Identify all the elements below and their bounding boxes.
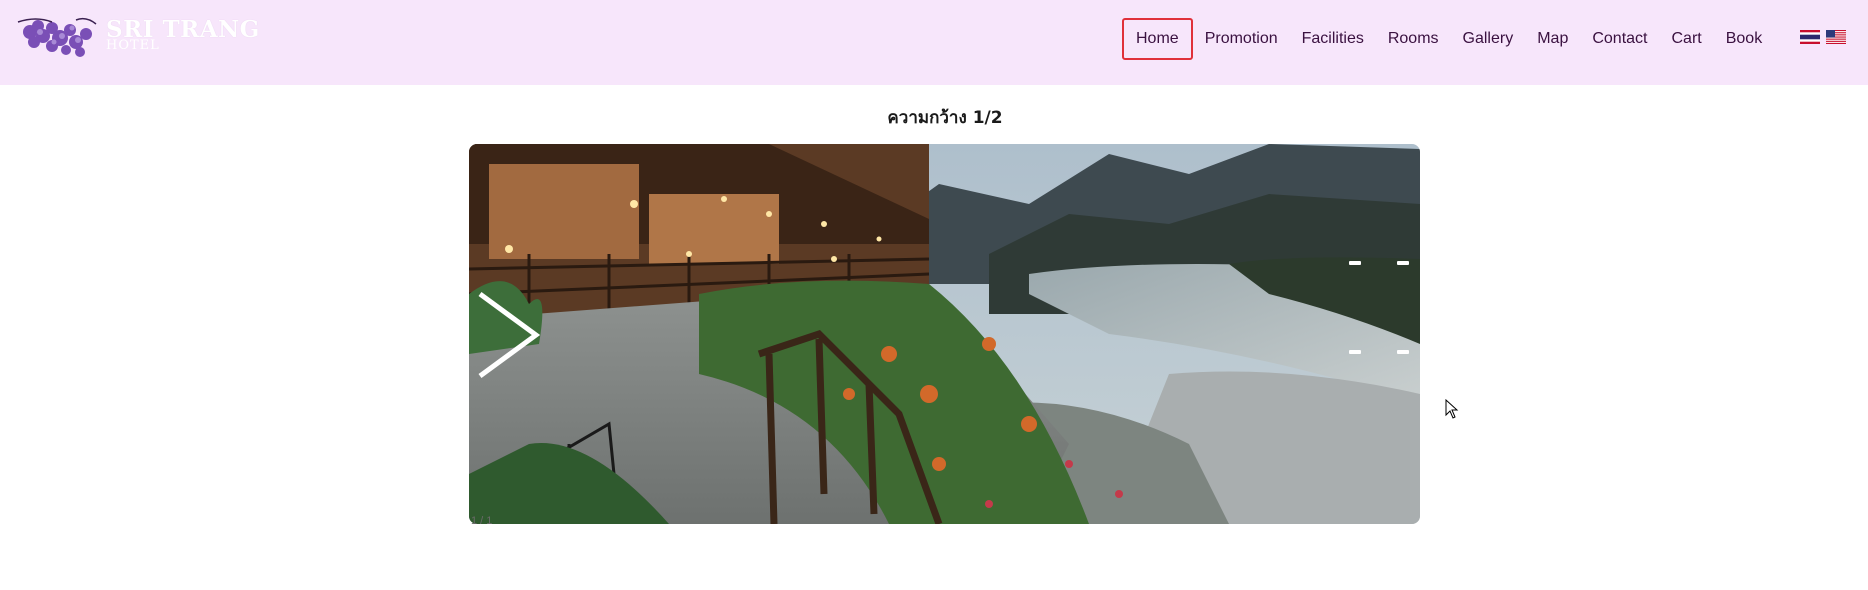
nav-facilities[interactable]: Facilities [1290,18,1376,60]
us-flag-icon[interactable] [1826,30,1846,44]
slider-next-button[interactable] [478,292,540,378]
nav-cart[interactable]: Cart [1659,18,1713,60]
image-slider[interactable] [469,144,1420,524]
dash-icon[interactable] [1397,350,1409,354]
dash-icon[interactable] [1349,261,1361,265]
nav-map[interactable]: Map [1525,18,1580,60]
main-navigation: Home Promotion Facilities Rooms Gallery … [1122,17,1774,61]
dash-icon[interactable] [1397,261,1409,265]
mouse-cursor-icon [1445,399,1459,419]
thai-flag-icon[interactable] [1800,30,1820,44]
riverside-resort-photo [469,144,1420,524]
nav-book[interactable]: Book [1714,18,1774,60]
hotel-logo[interactable]: SRI TRANG HOTEL [16,12,259,58]
slider-indicators [1349,261,1409,361]
flower-logo-icon [17,17,97,57]
nav-gallery[interactable]: Gallery [1451,18,1526,60]
chevron-right-icon [478,292,540,378]
nav-rooms[interactable]: Rooms [1376,18,1451,60]
nav-contact[interactable]: Contact [1580,18,1659,60]
dash-icon[interactable] [1349,350,1361,354]
slide-counter: 1 / 1 [471,515,493,527]
page-heading: ความกว้าง 1/2 [887,108,1003,129]
language-switcher [1800,30,1846,44]
site-header: SRI TRANG HOTEL Home Promotion Facilitie… [0,0,1868,85]
nav-home[interactable]: Home [1122,18,1193,60]
logo-subtitle: HOTEL [106,38,160,53]
nav-promotion[interactable]: Promotion [1193,18,1290,60]
